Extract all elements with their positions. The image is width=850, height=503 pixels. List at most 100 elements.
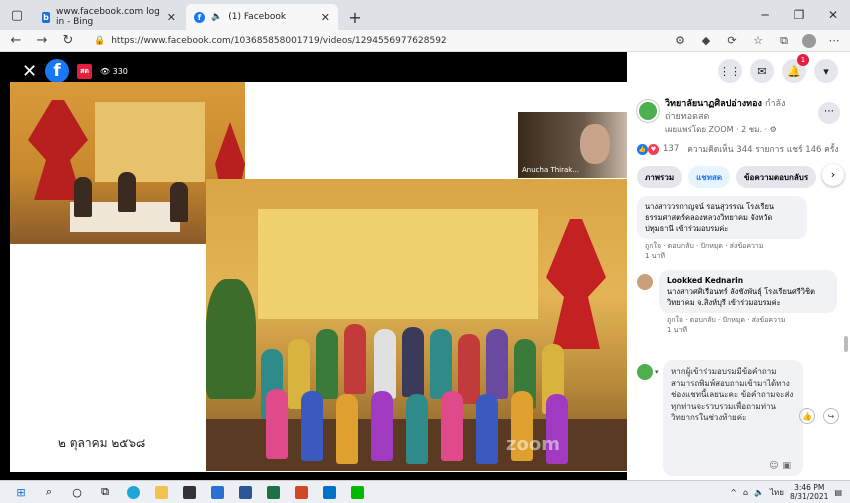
refresh-icon[interactable]: ↻ <box>60 33 76 48</box>
comment-bubble: Lookked Kednarin นางสาวศศิเรือนทร์ ลังชั… <box>659 270 837 313</box>
tab-actions-icon[interactable]: ▢ <box>0 0 34 30</box>
comment-item: นางสาววรกาญจน์ รอนสุวรรณ โรงเรียนธรรมศาส… <box>637 196 817 263</box>
url-field[interactable]: 🔒 https://www.facebook.com/1036858580017… <box>86 32 586 50</box>
zoom-watermark: zoom <box>506 434 560 455</box>
powerpoint-icon[interactable] <box>290 482 312 502</box>
new-tab-button[interactable]: + <box>340 4 370 30</box>
presentation-slide: Anucha Thirak... zoom ๒ ตุลาคม ๒๕๖๘ <box>10 82 627 472</box>
close-window-icon[interactable]: ✕ <box>816 0 850 30</box>
address-bar-row: ← → ↻ 🔒 https://www.facebook.com/1036858… <box>0 30 850 52</box>
facebook-logo-icon[interactable]: f <box>45 59 70 83</box>
more-options-icon[interactable]: ⋯ <box>818 102 840 124</box>
word-icon[interactable] <box>234 482 256 502</box>
messenger-icon[interactable]: ✉ <box>750 59 774 83</box>
restore-icon[interactable]: ❐ <box>782 0 816 30</box>
cortana-icon[interactable]: ○ <box>66 482 88 502</box>
tab-title: (1) Facebook <box>228 12 287 22</box>
post-meta: เผยแพร่โดย ZOOM · 2 ชม. · ⚙ <box>665 125 777 134</box>
lock-icon: 🔒 <box>94 35 106 46</box>
more-icon[interactable]: ⋯ <box>826 34 842 47</box>
comments-shares[interactable]: ความคิดเห็น 344 รายการ แชร์ 146 ครั้ง <box>687 142 838 156</box>
extension-icon[interactable]: ◆ <box>698 34 714 47</box>
tab-facebook[interactable]: f 🔈 (1) Facebook ✕ <box>186 4 338 30</box>
screen: ▢ b www.facebook.com log in - Bing ✕ f 🔈… <box>0 0 850 503</box>
viewer-count: 👁 330 <box>99 66 128 76</box>
panel-tabs: ภาพรวม แชทสด ข้อความตอบกลับร › <box>627 162 850 192</box>
notification-badge: 1 <box>797 54 809 66</box>
file-explorer-icon[interactable] <box>150 482 172 502</box>
love-reaction-icon: ♥ <box>648 143 659 155</box>
like-reaction-icon: 👍 <box>637 143 648 155</box>
comment-text: นางสาววรกาญจน์ รอนสุวรรณ โรงเรียนธรรมศาส… <box>645 202 774 233</box>
reaction-count[interactable]: 137 <box>663 144 679 154</box>
favorites-icon[interactable]: ☆ <box>750 34 766 47</box>
chevron-down-icon[interactable]: ▾ <box>655 368 659 376</box>
comment-actions: ถูกใจ · ตอบกลับ · ปักหมุด · ส่งข้อความ 1… <box>667 316 786 334</box>
notifications-icon[interactable]: 🔔 1 <box>782 54 809 83</box>
close-tab-icon[interactable]: ✕ <box>321 11 330 24</box>
bing-icon: b <box>42 11 50 23</box>
close-tab-icon[interactable]: ✕ <box>167 11 176 24</box>
like-icon[interactable]: 👍 <box>799 408 815 424</box>
page-name-line: วิทยาลัยนาฏศิลปอ่างทอง กำลังถ่ายทอดสด <box>665 98 815 124</box>
emoji-icon[interactable]: ☺ <box>769 461 782 471</box>
taskbar: ⊞ ⌕ ○ ⧉ ^ ⌂ 🔈 ไทย 3:46 PM 8/31/2021 ▤ <box>0 480 850 503</box>
forward-icon[interactable]: → <box>34 33 50 48</box>
share-icon[interactable]: ↪ <box>823 408 839 424</box>
mail-icon[interactable] <box>206 482 228 502</box>
tab-bing[interactable]: b www.facebook.com log in - Bing ✕ <box>34 4 184 30</box>
site-permissions-icon[interactable]: ⚙ <box>672 34 688 47</box>
tabs-icon[interactable]: ⧉ <box>776 34 792 48</box>
comment-item: Lookked Kednarin นางสาวศศิเรือนทร์ ลังชั… <box>659 270 837 337</box>
facebook-icon: f <box>194 11 205 23</box>
excel-icon[interactable] <box>262 482 284 502</box>
network-icon[interactable]: ⌂ <box>743 488 748 497</box>
comment-list: นางสาววรกาญจน์ รอนสุวรรณ โรงเรียนธรรมศาส… <box>627 196 850 480</box>
tray-chevron-icon[interactable]: ^ <box>730 488 737 497</box>
account-menu-icon[interactable]: ▾ <box>814 59 838 83</box>
action-center-icon[interactable]: ▤ <box>834 488 842 497</box>
live-badge: สด <box>77 63 92 79</box>
volume-icon[interactable]: 🔈 <box>754 488 764 497</box>
scrollbar-thumb[interactable] <box>844 336 848 352</box>
close-viewer-icon[interactable]: ✕ <box>22 61 37 82</box>
clock[interactable]: 3:46 PM 8/31/2021 <box>790 483 828 501</box>
commenter-avatar[interactable] <box>637 274 653 290</box>
side-panel: ⋮⋮ ✉ 🔔 1 ▾ วิทยาลัยนาฏศิลปอ่างทอง กำลังถ่… <box>627 52 850 480</box>
comment-input[interactable]: หากผู้เข้าร่วมอบรมมีข้อคำถาม สามารถพิมพ์… <box>663 360 803 476</box>
comment-actions: ถูกใจ · ตอบกลับ · ปักหมุด · ส่งข้อความ 1… <box>645 242 764 260</box>
store-icon[interactable] <box>178 482 200 502</box>
tab-replies[interactable]: ข้อความตอบกลับร <box>736 166 817 188</box>
video-viewer[interactable]: ✕ f สด 👁 330 Anucha Thirak... zoom ๒ ตุล… <box>0 52 627 480</box>
language-indicator[interactable]: ไทย <box>770 486 784 499</box>
sticker-icon[interactable]: ▣ <box>782 461 795 471</box>
outlook-icon[interactable] <box>318 482 340 502</box>
chevron-right-icon[interactable]: › <box>822 164 844 186</box>
start-icon[interactable]: ⊞ <box>10 482 32 502</box>
edge-icon[interactable] <box>122 482 144 502</box>
photo-group: zoom <box>206 179 627 471</box>
menu-grid-icon[interactable]: ⋮⋮ <box>718 59 742 83</box>
line-icon[interactable] <box>346 482 368 502</box>
tab-title: www.facebook.com log in - Bing <box>56 7 160 27</box>
tab-bar: ▢ b www.facebook.com log in - Bing ✕ f 🔈… <box>0 0 850 30</box>
page-name[interactable]: วิทยาลัยนาฏศิลปอ่างทอง <box>665 99 762 109</box>
tab-overview[interactable]: ภาพรวม <box>637 166 683 188</box>
commenter-name[interactable]: Lookked Kednarin <box>667 275 829 286</box>
page-avatar[interactable] <box>637 100 659 122</box>
comment-bubble: นางสาววรกาญจน์ รอนสุวรรณ โรงเรียนธรรมศาส… <box>637 196 807 239</box>
minimize-icon[interactable]: ─ <box>748 0 782 30</box>
back-icon[interactable]: ← <box>8 33 24 48</box>
camera-feed: Anucha Thirak... <box>518 112 627 178</box>
my-avatar[interactable] <box>637 364 653 380</box>
reaction-stats: 👍 ♥ 137 ความคิดเห็น 344 รายการ แชร์ 146 … <box>627 136 850 162</box>
collections-icon[interactable]: ⟳ <box>724 34 740 47</box>
camera-name: Anucha Thirak... <box>522 166 580 174</box>
speaker-icon[interactable]: 🔈 <box>211 12 222 22</box>
slide-date: ๒ ตุลาคม ๒๕๖๘ <box>58 436 146 450</box>
search-icon[interactable]: ⌕ <box>38 482 60 502</box>
task-view-icon[interactable]: ⧉ <box>94 482 116 502</box>
url-text: https://www.facebook.com/103685858001719… <box>111 35 447 46</box>
profile-avatar[interactable] <box>802 33 816 48</box>
tab-live-chat[interactable]: แชทสด <box>688 166 731 188</box>
